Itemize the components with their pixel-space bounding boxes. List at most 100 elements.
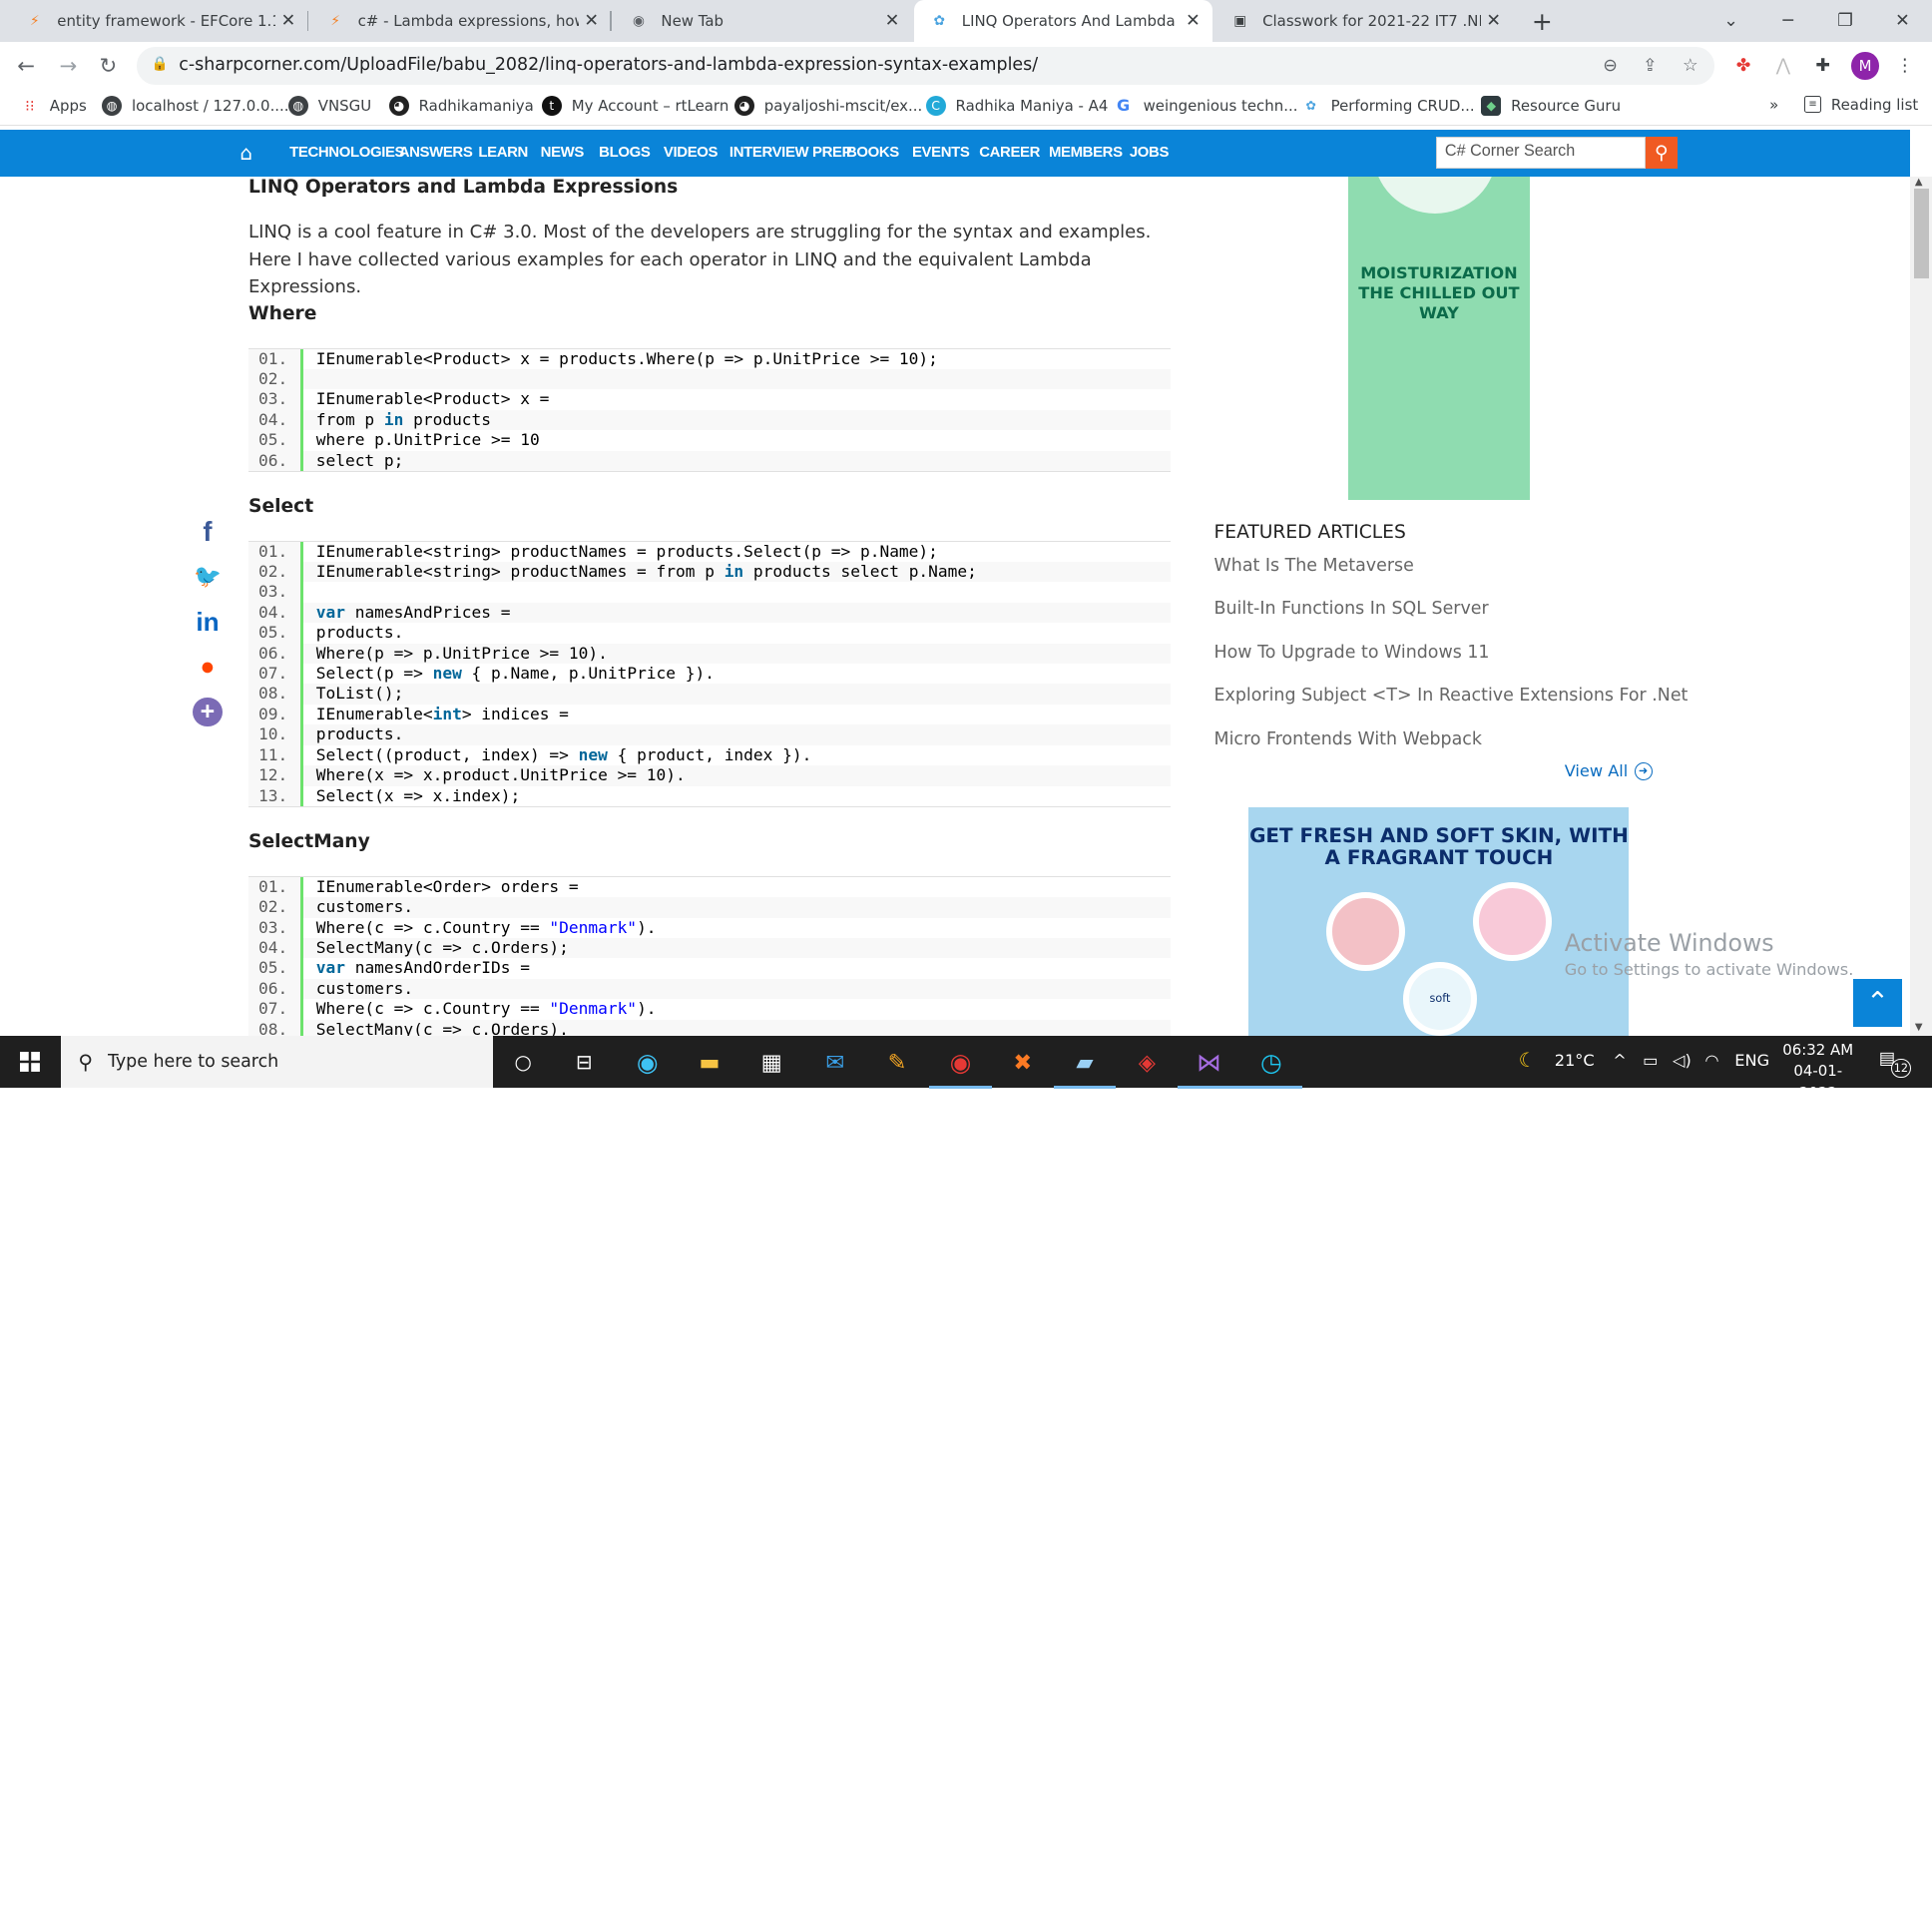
bookmark-item[interactable]: ◕ payaljoshi-mscit/ex... [733, 95, 922, 116]
xampp-icon[interactable]: ✖ [1004, 1044, 1041, 1081]
restore-button[interactable]: ❐ [1816, 0, 1873, 42]
view-all-link[interactable]: View All ➜ [1565, 761, 1653, 780]
browser-tab[interactable]: ◉ New Tab ✕ [614, 0, 912, 42]
reload-icon[interactable]: ↻ [90, 47, 127, 84]
bookmark-item[interactable]: ◍ VNSGU [287, 95, 371, 116]
new-tab-button[interactable]: + [1514, 0, 1571, 42]
code-line-text: products. [315, 623, 404, 643]
task-view-icon[interactable]: ⊟ [566, 1044, 603, 1081]
file-explorer-icon[interactable]: ▬ [691, 1044, 727, 1081]
show-hidden-icons-icon[interactable]: ^ [1613, 1051, 1627, 1070]
weather-temperature[interactable]: 21°C [1555, 1051, 1595, 1070]
notification-center-icon[interactable]: ▤ 12 [1879, 1049, 1911, 1079]
bookmark-apps[interactable]: ⁝⁝ Apps [20, 96, 87, 116]
featured-article-link[interactable]: What Is The Metaverse [1214, 556, 1414, 576]
close-tab-icon[interactable]: ✕ [1181, 11, 1206, 31]
language-indicator[interactable]: ENG [1734, 1051, 1769, 1070]
timer-app-icon[interactable]: ◷ [1239, 1044, 1302, 1089]
zoom-icon[interactable]: ⊖ [1603, 56, 1618, 76]
nav-learn[interactable]: LEARN [478, 144, 528, 161]
featured-article-link[interactable]: Exploring Subject <T> In Reactive Extens… [1214, 686, 1689, 706]
taskbar-search-input[interactable] [105, 1050, 459, 1074]
browser-tab[interactable]: ⚡ entity framework - EFCore 1.1 Sc ✕ [10, 0, 308, 42]
address-bar[interactable]: 🔒 c-sharpcorner.com/UploadFile/babu_2082… [136, 47, 1715, 85]
nav-videos[interactable]: VIDEOS [664, 144, 719, 161]
nav-technologies[interactable]: TECHNOLOGIES [289, 144, 404, 161]
page-scrollbar[interactable]: ▲ ▼ [1909, 176, 1932, 1037]
reddit-icon[interactable]: ● [193, 653, 223, 683]
nav-members[interactable]: MEMBERS [1049, 144, 1123, 161]
facebook-icon[interactable]: f [193, 516, 223, 547]
close-tab-icon[interactable]: ✕ [275, 11, 300, 31]
chrome-taskbar-icon[interactable]: ◉ [929, 1044, 992, 1089]
close-tab-icon[interactable]: ✕ [579, 11, 604, 31]
menu-icon[interactable]: ⋮ [1891, 52, 1918, 79]
scroll-up-arrow-icon[interactable]: ▲ [1915, 177, 1923, 188]
scroll-down-arrow-icon[interactable]: ▼ [1915, 1022, 1923, 1033]
edge-icon[interactable]: ◉ [629, 1044, 666, 1081]
bookmark-star-icon[interactable]: ☆ [1683, 56, 1698, 76]
nav-blogs[interactable]: BLOGS [599, 144, 651, 161]
tab-search-icon[interactable]: ⌄ [1702, 0, 1759, 42]
featured-article-link[interactable]: How To Upgrade to Windows 11 [1214, 643, 1490, 663]
home-icon[interactable]: ⌂ [240, 142, 252, 165]
scroll-to-top-button[interactable]: ⌃ [1852, 979, 1903, 1027]
volume-icon[interactable]: ◁) [1673, 1051, 1691, 1070]
advertisement-banner[interactable]: MOISTURIZATION THE CHILLED OUT WAY [1348, 176, 1530, 500]
close-tab-icon[interactable]: ✕ [880, 11, 905, 31]
bookmark-item[interactable]: t My Account – rtLearn [541, 95, 728, 116]
linkedin-icon[interactable]: in [193, 607, 223, 638]
nav-events[interactable]: EVENTS [912, 144, 970, 161]
search-icon[interactable]: ⚲ [1645, 136, 1679, 170]
cortana-icon[interactable]: ○ [505, 1044, 542, 1081]
nav-books[interactable]: BOOKS [846, 144, 899, 161]
minimize-button[interactable]: ─ [1759, 0, 1816, 42]
taskbar-clock[interactable]: 06:32 AM 04-01-2022 [1777, 1040, 1859, 1104]
moon-weather-icon[interactable]: ☾ [1519, 1049, 1537, 1072]
browser-tab[interactable]: ▣ Classwork for 2021-22 IT7 .NET C ✕ [1215, 0, 1514, 42]
profile-avatar[interactable]: M [1851, 52, 1879, 80]
battery-icon[interactable]: ▭ [1643, 1051, 1658, 1070]
code-block-selectmany: 01. IEnumerable<Order> orders = 02. custome… [248, 875, 1171, 1037]
extension-icon[interactable]: ⋀ [1769, 52, 1796, 79]
close-window-button[interactable]: ✕ [1874, 0, 1931, 42]
browser-tab[interactable]: ⚡ c# - Lambda expressions, how to ✕ [310, 0, 612, 42]
extensions-puzzle-icon[interactable]: ✚ [1809, 52, 1836, 79]
twitter-icon[interactable]: 🐦 [193, 562, 223, 592]
site-search-input[interactable] [1437, 137, 1652, 166]
bookmark-item[interactable]: Gweingenious techn... [1114, 96, 1297, 116]
scrollbar-thumb[interactable] [1913, 189, 1929, 278]
bookmark-item[interactable]: ◍ localhost / 127.0.0.... [102, 95, 289, 116]
featured-article-link[interactable]: Built-In Functions In SQL Server [1214, 599, 1489, 619]
stackoverflow-icon: ⚡ [30, 13, 40, 30]
filezilla-icon[interactable]: ◈ [1129, 1044, 1166, 1081]
wifi-icon[interactable]: ◠ [1704, 1051, 1718, 1070]
reading-list-button[interactable]: ≡ Reading list [1804, 96, 1918, 114]
share-icon[interactable]: ⇪ [1643, 56, 1658, 76]
more-bookmarks-button[interactable]: » [1769, 96, 1778, 114]
bookmark-item[interactable]: ◆ Resource Guru [1481, 95, 1621, 116]
mail-icon[interactable]: ✉ [816, 1044, 853, 1081]
nav-answers[interactable]: ANSWERS [399, 144, 473, 161]
url-text[interactable]: c-sharpcorner.com/UploadFile/babu_2082/l… [179, 55, 1038, 75]
close-tab-icon[interactable]: ✕ [1481, 11, 1506, 31]
bookmark-item[interactable]: C Radhika Maniya - A4 [925, 95, 1108, 116]
browser-tab-active[interactable]: ✿ LINQ Operators And Lambda Exp ✕ [914, 0, 1213, 43]
nav-interview-prep[interactable]: INTERVIEW PREP [729, 144, 852, 161]
featured-article-link[interactable]: Micro Frontends With Webpack [1214, 729, 1482, 749]
color-extension-icon[interactable]: ✤ [1729, 52, 1756, 79]
bookmark-item[interactable]: ✿ Performing CRUD... [1301, 96, 1474, 116]
nav-news[interactable]: NEWS [541, 144, 585, 161]
forward-icon[interactable]: → [50, 47, 87, 84]
microsoft-store-icon[interactable]: ▦ [753, 1044, 790, 1081]
windows-start-button[interactable] [0, 1036, 60, 1087]
back-icon[interactable]: ← [7, 47, 44, 84]
paint-icon[interactable]: ✎ [878, 1044, 915, 1081]
more-share-icon[interactable]: + [193, 697, 223, 727]
notepad-icon[interactable]: ▰ [1053, 1044, 1117, 1089]
advertisement-banner-2[interactable]: GET FRESH AND SOFT SKIN, WITH A FRAGRANT… [1248, 807, 1630, 1037]
bookmark-item[interactable]: ◕ Radhikamaniya [388, 95, 534, 116]
visual-studio-icon[interactable]: ⋈ [1178, 1044, 1240, 1089]
nav-career[interactable]: CAREER [979, 144, 1040, 161]
nav-jobs[interactable]: JOBS [1130, 144, 1170, 161]
